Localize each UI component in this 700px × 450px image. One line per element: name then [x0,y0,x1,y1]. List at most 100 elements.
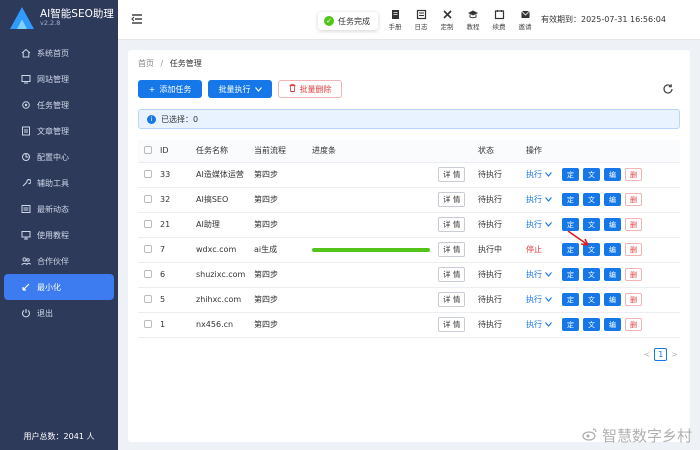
log-icon [410,7,432,21]
article-button[interactable]: 文 [583,293,600,306]
toolbar-manual-button[interactable]: 手册 [384,7,406,31]
run-dropdown[interactable]: 执行 [526,294,558,305]
run-dropdown[interactable]: 执行 [526,169,558,180]
row-actions: 执行定文编删 [526,218,680,231]
minimize-icon [20,282,31,293]
sidebar-item-8[interactable]: 合作伙伴 [4,248,114,274]
document-icon [20,126,31,137]
toolbar-label: 定制 [440,23,454,31]
toolbar-log-button[interactable]: 日志 [410,7,432,31]
sidebar-item-10[interactable]: 退出 [4,300,114,326]
selection-alert: i 已选择：0 [138,109,680,129]
sidebar-item-9[interactable]: 最小化 [4,274,114,300]
sidebar-item-1[interactable]: 网站管理 [4,66,114,92]
row-checkbox-cell [138,262,160,288]
run-dropdown[interactable]: 执行 [526,269,558,280]
delete-button[interactable]: 删 [625,318,642,331]
task-id: 5 [160,287,196,313]
add-task-button[interactable]: + 添加任务 [138,80,202,98]
delete-button[interactable]: 删 [625,293,642,306]
edit-button[interactable]: 编 [604,268,621,281]
chevron-down-icon [545,320,552,329]
edit-button[interactable]: 编 [604,318,621,331]
page-number-button[interactable]: 1 [654,348,668,361]
schedule-button[interactable]: 定 [562,268,579,281]
delete-button[interactable]: 删 [625,218,642,231]
expiry-date: 有效期到：2025-07-31 16:56:04 [541,15,666,24]
row-checkbox[interactable] [144,269,152,278]
next-page-button[interactable]: > [671,350,678,359]
sidebar-item-4[interactable]: 配置中心 [4,144,114,170]
sidebar-item-0[interactable]: 系统首页 [4,40,114,66]
run-dropdown[interactable]: 执行 [526,219,558,230]
toolbar-renew-button[interactable]: 续费 [488,7,510,31]
row-checkbox[interactable] [144,169,152,178]
toolbar-tutorial-button[interactable]: 教程 [462,7,484,31]
toolbar-customize-button[interactable]: 定制 [436,7,458,31]
sidebar-item-5[interactable]: 辅助工具 [4,170,114,196]
edit-button[interactable]: 编 [604,193,621,206]
brand: AI智能SEO助理 v2.2.8 [0,0,118,36]
schedule-button[interactable]: 定 [562,168,579,181]
edit-button[interactable]: 编 [604,293,621,306]
chevron-down-icon [545,295,552,304]
task-id: 7 [160,237,196,263]
delete-button[interactable]: 删 [625,243,642,256]
row-checkbox[interactable] [144,219,152,228]
row-actions: 执行 定文编删 [526,318,680,331]
article-button[interactable]: 文 [583,193,600,206]
detail-button[interactable]: 详 情 [438,317,466,332]
stop-button[interactable]: 停止 [526,244,558,255]
progress-cell [312,262,438,288]
delete-button[interactable]: 删 [625,168,642,181]
task-name: AI造媒体运营 [196,162,254,188]
article-button[interactable]: 文 [583,168,600,181]
edit-button[interactable]: 编 [604,218,621,231]
sidebar-item-3[interactable]: 文章管理 [4,118,114,144]
sidebar-item-6[interactable]: 最新动态 [4,196,114,222]
delete-button[interactable]: 删 [625,193,642,206]
run-dropdown[interactable]: 执行 [526,194,558,205]
prev-page-button[interactable]: < [644,350,651,359]
detail-button[interactable]: 详 情 [438,217,466,232]
detail-button[interactable]: 详 情 [438,167,466,182]
menu-toggle-icon[interactable] [130,12,144,26]
detail-button[interactable]: 详 情 [438,292,466,307]
detail-cell: 详 情 [438,162,478,188]
run-label: 执行 [526,170,542,179]
toolbar-invite-button[interactable]: 邀请 [514,7,536,31]
breadcrumb-home[interactable]: 首页 [138,59,154,68]
detail-button[interactable]: 详 情 [438,192,466,207]
row-checkbox[interactable] [144,294,152,303]
sidebar-item-2[interactable]: 任务管理 [4,92,114,118]
row-checkbox[interactable] [144,194,152,203]
batch-run-button[interactable]: 批量执行 [208,80,272,98]
edit-button[interactable]: 编 [604,243,621,256]
detail-button[interactable]: 详 情 [438,242,466,257]
delete-button[interactable]: 删 [625,268,642,281]
run-dropdown[interactable]: 执行 [526,319,558,330]
task-status: 执行中 [478,237,526,263]
row-actions: 执行定文编删 [526,193,680,206]
row-checkbox[interactable] [144,244,152,253]
user-total: 用户总数：2041 人 [23,432,95,441]
row-checkbox[interactable] [144,319,152,328]
trash-icon [289,84,296,94]
refresh-icon[interactable] [662,83,674,95]
sidebar-item-label: 系统首页 [37,48,69,58]
article-button[interactable]: 文 [583,268,600,281]
success-toast: ✓ 任务完成 [318,12,378,30]
batch-delete-button[interactable]: 批量删除 [278,80,342,98]
schedule-button[interactable]: 定 [562,293,579,306]
row-actions: 执行 定文编删 [526,168,680,181]
schedule-button[interactable]: 定 [562,318,579,331]
task-step: 第四步 [254,287,312,313]
detail-cell: 详 情 [438,312,478,338]
article-button[interactable]: 文 [583,318,600,331]
sidebar-item-7[interactable]: 使用教程 [4,222,114,248]
detail-button[interactable]: 详 情 [438,267,466,282]
select-all-checkbox[interactable] [144,145,152,154]
edit-button[interactable]: 编 [604,168,621,181]
run-label: 执行 [526,320,542,329]
schedule-button[interactable]: 定 [562,193,579,206]
